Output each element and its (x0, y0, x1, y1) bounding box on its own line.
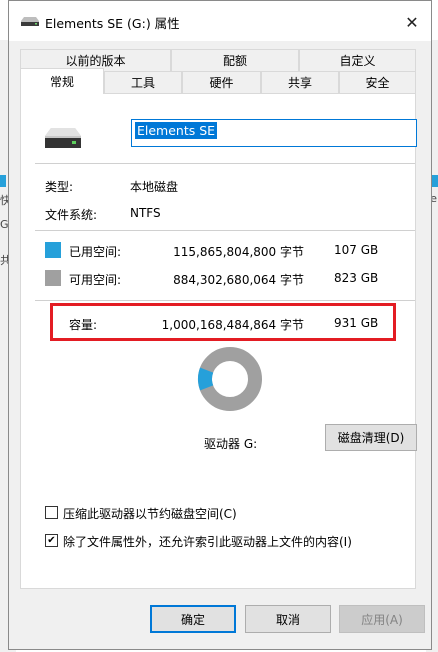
free-space-size: 823 GB (334, 271, 379, 285)
general-panel: Elements SE 类型: 本地磁盘 文件系统: NTFS 已用空间: 11… (20, 93, 417, 589)
title-bar[interactable]: Elements SE (G:) 属性 ✕ (9, 1, 431, 41)
index-checkbox[interactable]: ✔ (45, 534, 58, 547)
properties-dialog: Elements SE (G:) 属性 ✕ 以前的版本 配额 自定义 常规 工具… (8, 0, 432, 650)
drive-name-selected-text: Elements SE (135, 122, 218, 139)
divider (35, 300, 415, 301)
drive-icon (21, 17, 39, 26)
free-space-ring (198, 347, 262, 411)
free-space-label: 可用空间: (69, 273, 122, 287)
tab-hardware[interactable]: 硬件 (182, 71, 261, 93)
compress-checkbox[interactable] (45, 506, 58, 519)
usage-donut-chart (198, 347, 262, 411)
tab-sharing[interactable]: 共享 (261, 71, 339, 93)
tab-tools[interactable]: 工具 (104, 71, 182, 93)
used-space-swatch (45, 242, 61, 258)
compress-label: 压缩此驱动器以节约磁盘空间(C) (63, 507, 237, 521)
free-space-swatch (45, 270, 61, 286)
apply-button[interactable]: 应用(A) (339, 605, 425, 633)
index-label: 除了文件属性外，还允许索引此驱动器上文件的内容(I) (63, 535, 352, 549)
file-system-label: 文件系统: (45, 208, 98, 222)
background-selection-bar (432, 175, 438, 187)
window-title: Elements SE (G:) 属性 (45, 16, 180, 31)
type-label: 类型: (45, 180, 74, 194)
background-selection-bar (0, 175, 6, 187)
type-value: 本地磁盘 (130, 180, 179, 194)
file-system-value: NTFS (130, 206, 161, 220)
close-button[interactable]: ✕ (401, 11, 423, 33)
divider (35, 163, 415, 164)
used-space-label: 已用空间: (69, 245, 122, 259)
used-space-size: 107 GB (334, 243, 379, 257)
capacity-highlight-box (50, 303, 396, 341)
tab-quota[interactable]: 配额 (171, 49, 299, 71)
checkmark-icon: ✔ (47, 534, 56, 546)
tab-security[interactable]: 安全 (339, 71, 416, 93)
drive-name-input[interactable]: Elements SE (131, 119, 417, 147)
cancel-button[interactable]: 取消 (245, 605, 331, 633)
drive-letter-label: 驱动器 G: (204, 437, 258, 451)
used-space-bytes: 115,865,804,800 字节 (173, 245, 304, 259)
ok-button[interactable]: 确定 (150, 605, 236, 633)
free-space-bytes: 884,302,680,064 字节 (173, 273, 304, 287)
drive-icon (45, 128, 81, 148)
tab-general[interactable]: 常规 (20, 68, 104, 94)
disk-cleanup-button[interactable]: 磁盘清理(D) (325, 424, 417, 451)
divider (35, 230, 415, 231)
close-icon: ✕ (405, 12, 419, 32)
tab-customize[interactable]: 自定义 (299, 49, 416, 71)
